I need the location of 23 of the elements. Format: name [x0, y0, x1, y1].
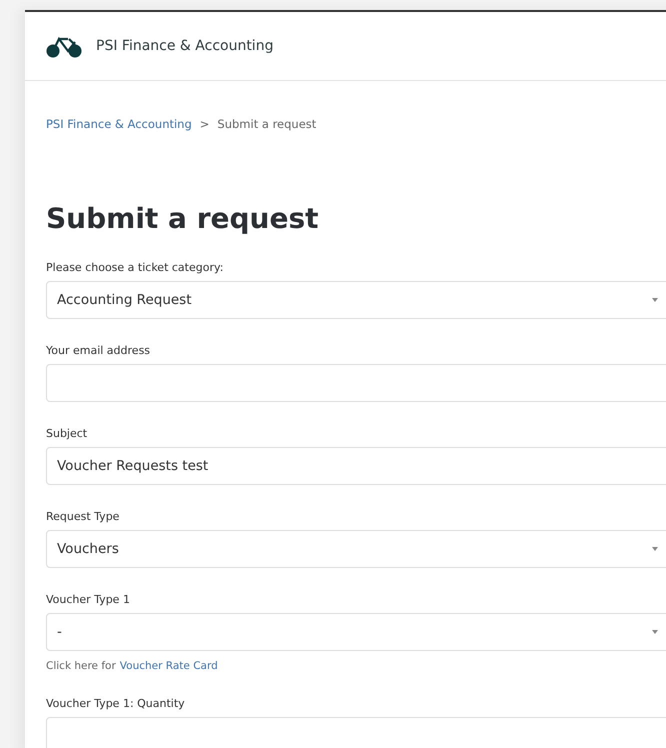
breadcrumb-current: Submit a request: [217, 117, 316, 131]
field-label: Voucher Type 1: [46, 593, 131, 606]
field-label: Voucher Type 1: Quantity: [46, 697, 186, 710]
page-title: Submit a request: [46, 201, 320, 237]
brand-name: PSI Finance & Accounting: [96, 38, 274, 54]
input-field[interactable]: [46, 717, 666, 748]
caret-icon: [652, 298, 658, 302]
field-label: Please choose a ticket category:: [46, 261, 224, 274]
help-text: Click here for: [46, 660, 116, 672]
dropdown[interactable]: Vouchers: [46, 530, 666, 568]
caret-icon: [652, 547, 658, 551]
dropdown[interactable]: Accounting Request: [46, 281, 666, 319]
input-field[interactable]: Voucher Requests test: [46, 447, 666, 485]
caret-icon: [652, 630, 658, 634]
breadcrumb-link[interactable]: PSI Finance & Accounting: [46, 117, 192, 131]
field-label: Request Type: [46, 510, 120, 523]
field-label: Your email address: [46, 344, 152, 357]
breadcrumb-separator: >: [200, 117, 210, 131]
input-field[interactable]: [46, 364, 666, 402]
field-label: Subject: [46, 427, 88, 440]
dropdown[interactable]: -: [46, 613, 666, 651]
rate-card-link[interactable]: Voucher Rate Card: [120, 660, 218, 672]
bicycle-icon[interactable]: [46, 34, 82, 58]
